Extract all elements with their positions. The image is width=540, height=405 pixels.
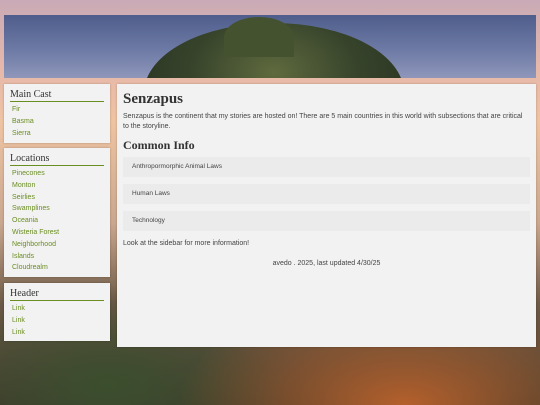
cast-link-sierra[interactable]: Sierra [10, 128, 104, 140]
main-cast-title: Main Cast [10, 89, 104, 102]
info-item-human-laws[interactable]: Human Laws [123, 184, 530, 204]
header-link-2[interactable]: Link [10, 315, 104, 327]
location-link-pinecones[interactable]: Pinecones [10, 168, 104, 180]
location-link-cloudrealm[interactable]: Cloudrealm [10, 262, 104, 274]
header-links-panel: Header Link Link Link [4, 283, 110, 341]
location-link-monton[interactable]: Monton [10, 180, 104, 192]
info-item-technology[interactable]: Technology [123, 211, 530, 231]
header-banner-image [4, 15, 536, 78]
sidebar-note: Look at the sidebar for more information… [123, 240, 250, 247]
header-link-1[interactable]: Link [10, 303, 104, 315]
common-info-title: Common Info [123, 138, 195, 152]
locations-panel: Locations Pinecones Monton Seirlies Swam… [4, 148, 110, 277]
header-link-3[interactable]: Link [10, 327, 104, 339]
location-link-wisteria-forest[interactable]: Wisteria Forest [10, 227, 104, 239]
location-link-oceania[interactable]: Oceania [10, 215, 104, 227]
banner-hill-peak [224, 17, 294, 57]
header-links-title: Header [10, 288, 104, 301]
info-item-animal-laws[interactable]: Anthropormorphic Animal Laws [123, 157, 530, 177]
location-link-islands[interactable]: Islands [10, 251, 104, 263]
intro-paragraph: Senzapus is the continent that my storie… [123, 113, 523, 130]
page-title: Senzapus [123, 91, 184, 107]
footer-credit: avedo . 2025, last updated 4/30/25 [272, 260, 381, 267]
locations-title: Locations [10, 153, 104, 166]
cast-link-basma[interactable]: Basma [10, 116, 104, 128]
location-link-neighborhood[interactable]: Neighborhood [10, 239, 104, 251]
main-cast-panel: Main Cast Fir Basma Sierra [4, 84, 110, 143]
main-content-panel: Senzapus Senzapus is the continent that … [117, 84, 536, 347]
cast-link-fir[interactable]: Fir [10, 104, 104, 116]
location-link-swamplines[interactable]: Swamplines [10, 203, 104, 215]
location-link-seirlies[interactable]: Seirlies [10, 192, 104, 204]
